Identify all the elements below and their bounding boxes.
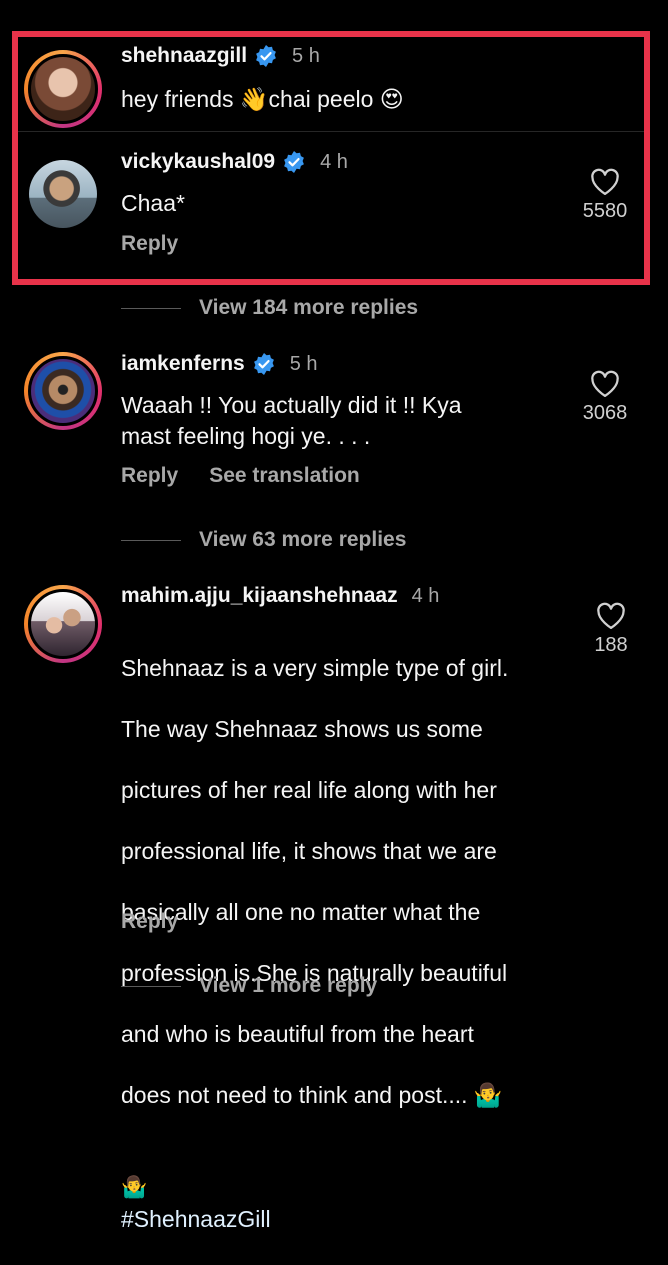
- username[interactable]: iamkenferns: [121, 352, 245, 376]
- comment-line: does not need to think and post.... 🤷‍♂️: [121, 1081, 503, 1108]
- comment-line: Shehnaaz is a very simple type of girl.: [121, 654, 509, 681]
- avatar[interactable]: [24, 585, 102, 663]
- view-more-replies[interactable]: View 1 more reply: [121, 974, 377, 998]
- comment-line: pictures of her real life along with her: [121, 776, 497, 803]
- verified-badge-icon: [284, 151, 305, 173]
- comment-line: professional life, it shows that we are: [121, 837, 497, 864]
- view-more-replies[interactable]: View 184 more replies: [121, 296, 418, 320]
- heart-icon[interactable]: [590, 370, 620, 398]
- divider-line: [121, 307, 181, 309]
- comment-text: Shehnaaz is a very simple type of girl. …: [121, 622, 508, 1265]
- woman-avatar-icon: [28, 54, 98, 124]
- comment-text: Chaa*: [121, 190, 185, 216]
- username[interactable]: shehnaazgill: [121, 44, 247, 68]
- username[interactable]: mahim.ajju_kijaanshehnaaz: [121, 584, 398, 608]
- divider-line: [121, 985, 181, 987]
- view-more-label: View 1 more reply: [199, 974, 378, 997]
- hashtag-link[interactable]: #ShehnaazGill: [121, 1206, 271, 1232]
- heart-icon[interactable]: [596, 602, 626, 630]
- comment-line: 🤷‍♂️ #ShehnaazGill: [121, 1141, 508, 1235]
- divider-line: [121, 539, 181, 541]
- view-more-replies[interactable]: View 63 more replies: [121, 528, 406, 552]
- comment-line: and who is beautiful from the heart: [121, 1020, 474, 1047]
- username[interactable]: vickykaushal09: [121, 150, 275, 174]
- see-translation-button[interactable]: See translation: [209, 464, 360, 488]
- like-group: 188: [576, 602, 646, 657]
- verified-badge-icon: [256, 45, 276, 67]
- shrug-emoji: 🤷‍♂️: [121, 1176, 148, 1199]
- timestamp: 4 h: [320, 150, 348, 173]
- man-sunglasses-avatar-icon: [28, 356, 98, 426]
- like-count: 188: [594, 634, 628, 656]
- couple-avatar-icon: [28, 589, 98, 659]
- avatar[interactable]: [29, 160, 97, 228]
- heart-icon[interactable]: [590, 168, 620, 196]
- like-count: 3068: [582, 402, 628, 424]
- comment-line: basically all one no matter what the: [121, 898, 481, 925]
- timestamp: 4 h: [411, 584, 440, 607]
- reply-button[interactable]: Reply: [121, 464, 178, 488]
- avatar[interactable]: [24, 352, 102, 430]
- like-group: 3068: [570, 370, 640, 425]
- like-group: 5580: [570, 168, 640, 223]
- man-avatar-icon: [29, 160, 97, 228]
- timestamp: 5 h: [289, 352, 318, 375]
- comment-text: hey friends 👋chai peelo 😍: [121, 86, 404, 112]
- comment-text: Waaah !! You actually did it !! Kya mast…: [121, 392, 462, 449]
- avatar[interactable]: [24, 50, 102, 128]
- verified-badge-icon: [253, 353, 274, 375]
- view-more-label: View 184 more replies: [199, 296, 419, 319]
- reply-button[interactable]: Reply: [121, 910, 178, 934]
- divider: [18, 131, 644, 132]
- like-count: 5580: [582, 200, 628, 222]
- timestamp: 5 h: [292, 44, 320, 67]
- reply-button[interactable]: Reply: [121, 232, 178, 256]
- comment-line: The way Shehnaaz shows us some: [121, 715, 483, 742]
- view-more-label: View 63 more replies: [199, 528, 407, 551]
